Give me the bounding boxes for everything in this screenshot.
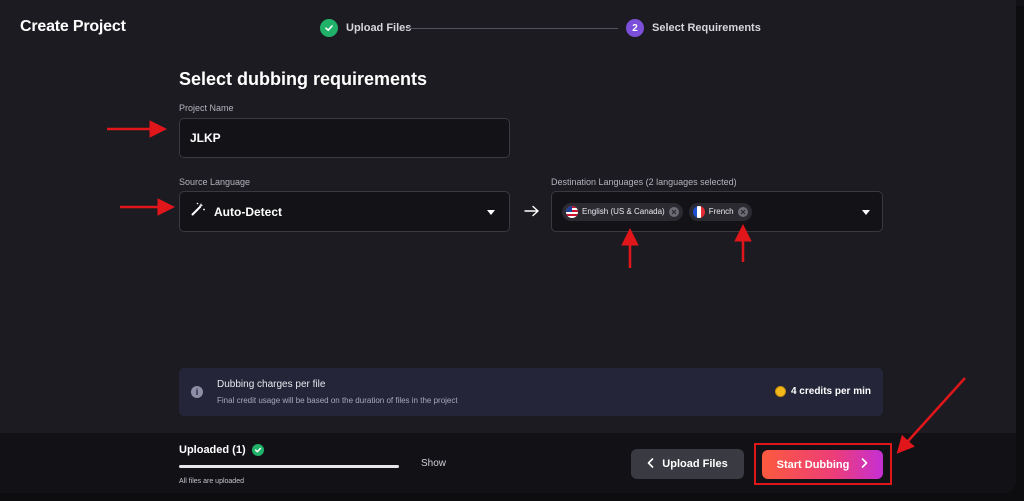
credits-rate: 4 credits per min — [774, 386, 871, 397]
coin-icon — [774, 386, 786, 397]
destination-languages-select[interactable]: English (US & Canada) French — [551, 191, 883, 232]
check-circle-icon — [251, 444, 264, 456]
chip-label: English (US & Canada) — [582, 207, 665, 216]
source-language-select[interactable]: Auto-Detect — [179, 191, 510, 232]
info-subtitle: Final credit usage will be based on the … — [217, 396, 458, 405]
source-language-label: Source Language — [179, 177, 251, 187]
step-label: Select Requirements — [652, 22, 761, 34]
france-flag-icon — [692, 205, 705, 218]
upload-status-text: All files are uploaded — [179, 478, 244, 485]
credits-label: 4 credits per min — [790, 386, 871, 397]
upload-files-button[interactable]: Upload Files — [631, 449, 744, 479]
uploaded-status: Uploaded (1) — [179, 444, 264, 456]
uploaded-count-label: Uploaded (1) — [179, 444, 246, 456]
dubbing-charges-info: i Dubbing charges per file Final credit … — [179, 368, 883, 416]
step-upload-files: Upload Files — [320, 18, 411, 38]
arrow-right-icon — [524, 204, 540, 222]
source-language-value: Auto-Detect — [214, 204, 282, 219]
info-icon: i — [191, 386, 203, 398]
step-connector — [408, 28, 618, 29]
upload-progress-bar — [179, 465, 399, 468]
caret-down-icon — [487, 210, 495, 215]
section-title: Select dubbing requirements — [179, 69, 428, 89]
destination-languages-label: Destination Languages (2 languages selec… — [551, 177, 737, 187]
show-files-link[interactable]: Show — [421, 458, 446, 469]
chip-label: French — [708, 207, 734, 216]
step-label: Upload Files — [346, 22, 412, 34]
magic-wand-icon — [190, 201, 206, 222]
modal-title: Create Project — [20, 18, 126, 35]
create-project-modal: Create Project Upload Files 2 Select Req… — [0, 0, 1016, 493]
chevron-left-icon — [647, 457, 654, 471]
remove-chip-icon[interactable] — [737, 206, 748, 217]
language-chip-french: French — [688, 202, 752, 221]
upload-progress-fill — [179, 465, 399, 468]
language-chip-english: English (US & Canada) — [562, 202, 683, 221]
us-flag-icon — [566, 205, 578, 218]
upload-files-label: Upload Files — [662, 458, 728, 470]
start-dubbing-highlight-box — [754, 443, 892, 485]
project-name-label: Project Name — [179, 103, 234, 113]
caret-down-icon — [862, 210, 870, 215]
check-circle-icon — [320, 19, 338, 37]
info-title: Dubbing charges per file — [217, 379, 326, 390]
remove-chip-icon[interactable] — [668, 206, 679, 217]
step-select-requirements: 2 Select Requirements — [626, 18, 761, 38]
project-name-input[interactable] — [179, 118, 510, 158]
step-number-badge: 2 — [626, 19, 644, 37]
